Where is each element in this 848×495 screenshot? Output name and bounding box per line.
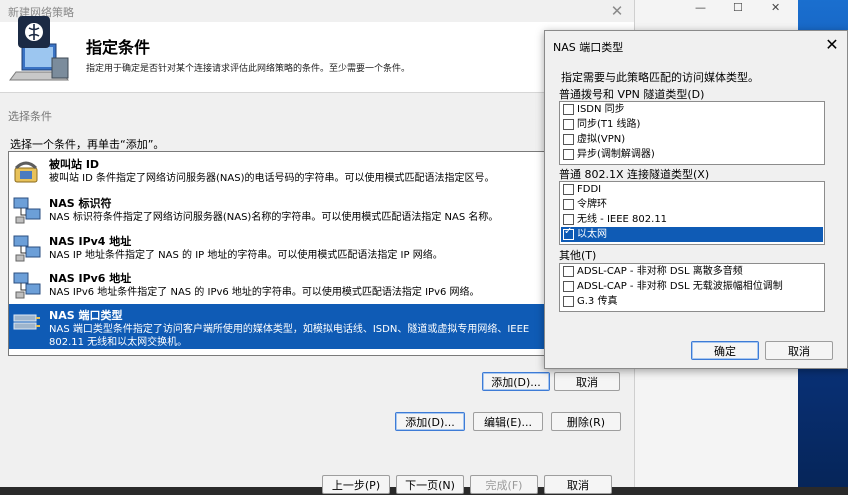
checkbox-label: 同步(T1 线路) — [577, 119, 641, 130]
checkbox-row-selected[interactable]: ✓ 以太网 — [561, 226, 823, 242]
checkbox[interactable] — [563, 134, 574, 145]
checkbox[interactable] — [563, 214, 574, 225]
group-label-8021x: 普通 802.1X 连接隧道类型(X) — [559, 168, 710, 181]
cancel-button[interactable]: 取消 — [544, 475, 612, 494]
checkbox-label: ADSL-CAP - 非对称 DSL 离散多音频 — [577, 266, 743, 277]
checkbox-row[interactable]: 令牌环 — [561, 197, 823, 212]
checkbox-row[interactable]: 同步(T1 线路) — [561, 117, 823, 132]
condition-desc: NAS IP 地址条件指定了 NAS 的 IP 地址的字符串。可以使用模式匹配语… — [49, 250, 443, 261]
network-computers-icon — [13, 197, 41, 224]
edit-button[interactable]: 编辑(E)... — [473, 412, 543, 431]
group-label-dialup: 普通拨号和 VPN 隧道类型(D) — [559, 88, 705, 101]
checkbox-label: 以太网 — [577, 229, 607, 240]
checkbox[interactable] — [563, 266, 574, 277]
condition-called-station-id[interactable]: 被叫站 ID 被叫站 ID 条件指定了网络访问服务器(NAS)的电话号码的字符串… — [9, 153, 557, 191]
checkbox-row[interactable]: 异步(调制解调器) — [561, 147, 823, 162]
checkmark-icon: ✓ — [564, 226, 573, 237]
other-types-list[interactable]: ADSL-CAP - 非对称 DSL 离散多音频 ADSL-CAP - 非对称 … — [559, 263, 825, 312]
checkbox[interactable] — [563, 281, 574, 292]
checkbox[interactable] — [563, 199, 574, 210]
prev-button[interactable]: 上一步(P) — [322, 475, 390, 494]
checkbox-row[interactable]: FDDI — [561, 182, 823, 197]
dialog-close-button[interactable]: ✕ — [821, 34, 843, 56]
dialog-title: NAS 端口类型 — [553, 41, 624, 54]
condition-nas-port-type[interactable]: NAS 端口类型 NAS 端口类型条件指定了访问客户端所使用的媒体类型，如模拟电… — [9, 304, 557, 349]
phone-icon — [14, 161, 38, 183]
dialog-description: 指定需要与此策略匹配的访问媒体类型。 — [561, 71, 759, 84]
port-cable-icon — [13, 314, 40, 330]
checkbox-row[interactable]: 无线 - IEEE 802.11 — [561, 212, 823, 227]
finish-button[interactable]: 完成(F) — [470, 475, 538, 494]
checkbox-label: 虚拟(VPN) — [577, 134, 626, 145]
checkbox-label: 令牌环 — [577, 199, 607, 210]
page-subtitle: 指定用于确定是否针对某个连接请求评估此网络策略的条件。至少需要一个条件。 — [86, 64, 411, 74]
wizard-close-button[interactable]: ✕ — [604, 1, 630, 21]
condition-desc: NAS IPv6 地址条件指定了 NAS 的 IPv6 地址的字符串。可以使用模… — [49, 287, 480, 298]
instruction-text: 选择一个条件，再单击“添加”。 — [10, 138, 165, 151]
checkbox-label: FDDI — [577, 184, 602, 195]
checkbox-checked[interactable]: ✓ — [563, 226, 574, 240]
condition-nas-identifier[interactable]: NAS 标识符 NAS 标识符条件指定了网络访问服务器(NAS)名称的字符串。可… — [9, 192, 557, 230]
dialup-types-list[interactable]: ISDN 同步 同步(T1 线路) 虚拟(VPN) 异步(调制解调器) — [559, 101, 825, 165]
wizard-header: 指定条件 指定用于确定是否针对某个连接请求评估此网络策略的条件。至少需要一个条件… — [0, 22, 634, 93]
nas-port-type-dialog: NAS 端口类型 ✕ 指定需要与此策略匹配的访问媒体类型。 普通拨号和 VPN … — [544, 30, 848, 369]
condition-nas-ipv6[interactable]: NAS IPv6 地址 NAS IPv6 地址条件指定了 NAS 的 IPv6 … — [9, 267, 557, 305]
minimize-icon[interactable]: — — [695, 1, 706, 15]
checkbox-label: 异步(调制解调器) — [577, 149, 655, 160]
checkbox[interactable] — [563, 296, 574, 307]
network-computers-icon — [13, 235, 41, 262]
network-computers-icon — [13, 272, 41, 299]
checkbox-label: G.3 传真 — [577, 296, 618, 307]
add-condition-button[interactable]: 添加(D)... — [482, 372, 550, 391]
page-title: 指定条件 — [86, 38, 151, 57]
wizard-titlebar: 新建网络策略 ✕ — [0, 0, 634, 22]
checkbox[interactable] — [563, 184, 574, 195]
app-brain-icon — [18, 16, 50, 48]
delete-button[interactable]: 删除(R) — [551, 412, 621, 431]
checkbox-row[interactable]: G.3 传真 — [561, 294, 823, 309]
condition-nas-ipv4[interactable]: NAS IPv4 地址 NAS IP 地址条件指定了 NAS 的 IP 地址的字… — [9, 230, 557, 268]
checkbox-row[interactable]: ADSL-CAP - 非对称 DSL 无载波振幅相位调制 — [561, 279, 823, 294]
conditions-list[interactable]: 被叫站 ID 被叫站 ID 条件指定了网络访问服务器(NAS)的电话号码的字符串… — [8, 151, 558, 356]
condition-desc: NAS 标识符条件指定了网络访问服务器(NAS)名称的字符串。可以使用模式匹配语… — [49, 212, 499, 223]
dialog-cancel-button[interactable]: 取消 — [765, 341, 833, 360]
checkbox-label: 无线 - IEEE 802.11 — [577, 214, 668, 225]
8021x-types-list[interactable]: FDDI 令牌环 无线 - IEEE 802.11 ✓ 以太网 — [559, 181, 825, 245]
group-label-other: 其他(T) — [559, 249, 597, 262]
checkbox-label: ISDN 同步 — [577, 104, 625, 115]
condition-desc-line2: 802.11 无线和以太网交换机。 — [49, 337, 188, 348]
checkbox-row[interactable]: ISDN 同步 — [561, 102, 823, 117]
condition-desc: 被叫站 ID 条件指定了网络访问服务器(NAS)的电话号码的字符串。可以使用模式… — [49, 173, 495, 184]
cancel-condition-button[interactable]: 取消 — [554, 372, 620, 391]
checkbox-row[interactable]: ADSL-CAP - 非对称 DSL 离散多音频 — [561, 264, 823, 279]
ok-button[interactable]: 确定 — [691, 341, 759, 360]
checkbox-label: ADSL-CAP - 非对称 DSL 无载波振幅相位调制 — [577, 281, 783, 292]
add-button[interactable]: 添加(D)... — [395, 412, 465, 431]
maximize-icon[interactable]: ☐ — [733, 1, 743, 15]
checkbox[interactable] — [563, 149, 574, 160]
checkbox[interactable] — [563, 119, 574, 130]
checkbox[interactable] — [563, 104, 574, 115]
section-label: 选择条件 — [8, 110, 52, 123]
checkbox-row[interactable]: 虚拟(VPN) — [561, 132, 823, 147]
next-button[interactable]: 下一页(N) — [396, 475, 464, 494]
close-icon[interactable]: ✕ — [771, 1, 780, 15]
